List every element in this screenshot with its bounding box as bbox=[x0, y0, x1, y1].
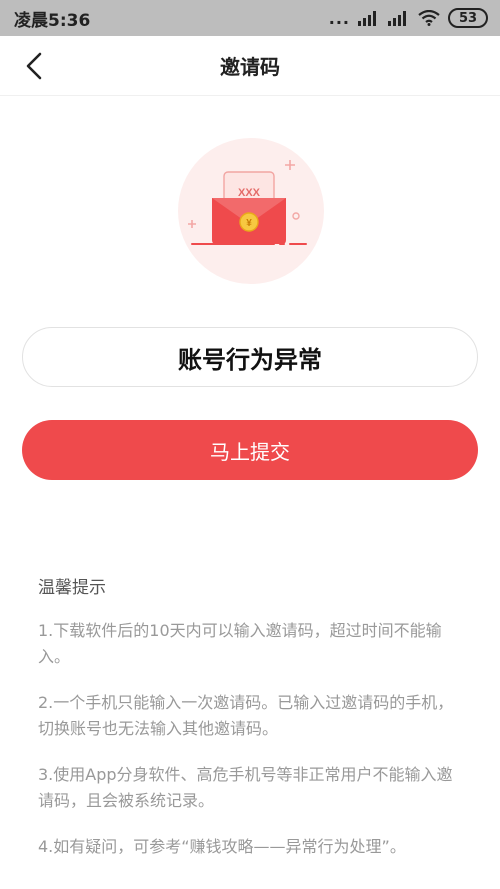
status-time: 凌晨5:36 bbox=[14, 10, 91, 31]
back-button[interactable] bbox=[18, 50, 50, 82]
tip-item: 2.一个手机只能输入一次邀请码。已输入过邀请码的手机，切换账号也无法输入其他邀请… bbox=[38, 693, 454, 738]
more-dots-icon: ... bbox=[328, 8, 350, 28]
invite-code-field[interactable]: 账号行为异常 bbox=[22, 327, 478, 387]
tips-title: 温馨提示 bbox=[38, 578, 106, 598]
tips-section: 温馨提示 1.下载软件后的10天内可以输入邀请码，超过时间不能输入。 2.一个手… bbox=[38, 573, 468, 880]
signal-icon-2 bbox=[388, 11, 406, 26]
signal-icon bbox=[358, 11, 376, 26]
submit-button[interactable]: 马上提交 bbox=[22, 420, 478, 480]
envelope-text: XXX bbox=[238, 187, 261, 199]
red-envelope-illustration: XXX ¥ bbox=[178, 138, 324, 284]
chevron-left-icon bbox=[26, 52, 42, 80]
page-title: 邀请码 bbox=[220, 55, 280, 79]
status-icons: ... 53 bbox=[329, 8, 488, 28]
coin-symbol: ¥ bbox=[246, 218, 252, 229]
tip-item: 4.如有疑问，可参考“赚钱攻略——异常行为处理”。 bbox=[38, 837, 406, 856]
submit-button-label: 马上提交 bbox=[210, 439, 290, 464]
tip-item: 3.使用App分身软件、高危手机号等非正常用户不能输入邀请码，且会被系统记录。 bbox=[38, 765, 453, 810]
status-bar: 凌晨5:36 ... 53 bbox=[0, 0, 500, 36]
battery-indicator: 53 bbox=[448, 8, 488, 28]
nav-bar: 邀请码 bbox=[0, 36, 500, 96]
tip-item: 1.下载软件后的10天内可以输入邀请码，超过时间不能输入。 bbox=[38, 621, 442, 666]
invite-code-value: 账号行为异常 bbox=[178, 345, 322, 374]
red-envelope-icon: XXX ¥ bbox=[188, 160, 307, 245]
wifi-icon bbox=[418, 10, 440, 26]
